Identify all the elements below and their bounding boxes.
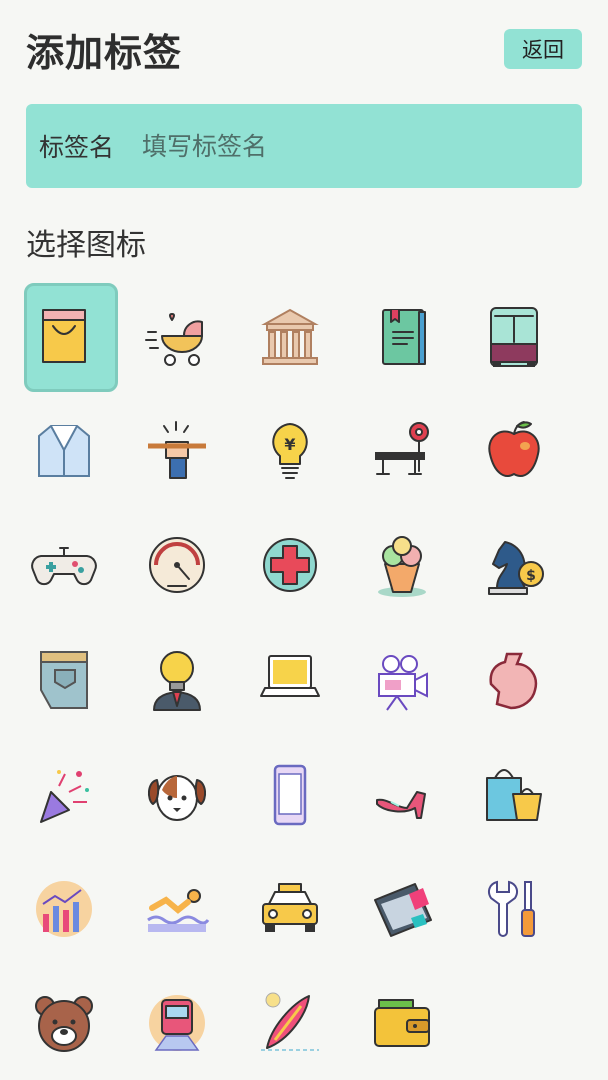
back-button[interactable]: 返回 <box>504 29 582 69</box>
baby-stroller-icon <box>144 313 203 366</box>
dog-icon <box>147 775 206 821</box>
bus-icon <box>489 307 538 367</box>
movie-camera-icon <box>377 655 428 711</box>
tag-name-field[interactable]: 标签名 <box>26 104 582 188</box>
icon-option[interactable] <box>16 854 111 964</box>
icon-option[interactable] <box>466 740 561 850</box>
icon-option[interactable] <box>354 968 449 1078</box>
shopping-bags-icon <box>485 769 542 821</box>
book-icon <box>381 309 426 365</box>
idea-man-icon <box>152 651 201 711</box>
icon-option[interactable] <box>16 626 111 736</box>
train-icon <box>148 995 205 1051</box>
icon-option[interactable] <box>466 854 561 964</box>
icon-option[interactable] <box>16 396 111 506</box>
icon-option[interactable] <box>16 282 118 392</box>
icon-option[interactable] <box>354 510 449 620</box>
swimming-icon <box>146 889 209 932</box>
high-heel-icon <box>375 791 426 819</box>
phone-icon <box>273 764 306 826</box>
gauge-icon <box>148 537 205 593</box>
icon-option[interactable] <box>129 626 224 736</box>
gamepad-icon <box>30 547 97 586</box>
tag-name-label: 标签名 <box>39 133 115 162</box>
tickets-icon <box>373 883 432 937</box>
icon-option[interactable] <box>466 626 561 736</box>
jeans-pocket-icon <box>39 651 88 709</box>
icon-option[interactable] <box>242 510 337 620</box>
icon-option[interactable] <box>466 396 561 506</box>
apple-icon <box>487 421 540 477</box>
icon-option[interactable] <box>354 854 449 964</box>
muscle-arm-icon <box>488 652 537 710</box>
icon-option[interactable] <box>242 282 337 392</box>
icon-option[interactable] <box>242 854 337 964</box>
icon-option[interactable] <box>354 396 449 506</box>
header: 添加标签 返回 <box>0 0 608 100</box>
icon-option[interactable] <box>16 740 111 850</box>
laptop-icon <box>259 655 320 697</box>
icon-option[interactable] <box>242 740 337 850</box>
party-popper-icon <box>39 770 89 823</box>
taxi-icon <box>261 883 318 932</box>
surfboard-icon <box>260 992 319 1051</box>
icon-option[interactable]: ¥ <box>242 396 337 506</box>
icon-option[interactable] <box>242 626 337 736</box>
ice-cream-icon <box>377 536 426 597</box>
svg-text:$: $ <box>526 568 536 584</box>
page-title: 添加标签 <box>26 31 183 75</box>
bear-icon <box>34 996 93 1052</box>
svg-text:¥: ¥ <box>284 435 295 454</box>
icon-option[interactable] <box>354 626 449 736</box>
icon-option[interactable] <box>129 854 224 964</box>
icon-option[interactable] <box>129 510 224 620</box>
icon-option[interactable] <box>16 510 111 620</box>
shopping-bag-icon <box>41 309 86 363</box>
icon-option[interactable]: $ <box>466 510 561 620</box>
icon-section-title: 选择图标 <box>26 228 146 263</box>
icon-option[interactable] <box>354 282 449 392</box>
icon-option[interactable] <box>242 968 337 1078</box>
hand-pencil-icon <box>147 421 206 479</box>
medical-cross-icon <box>262 538 317 592</box>
icon-option[interactable] <box>129 968 224 1078</box>
icon-option[interactable] <box>129 282 224 392</box>
icon-option[interactable] <box>354 740 449 850</box>
jacket-icon <box>37 425 90 477</box>
icon-option[interactable] <box>129 396 224 506</box>
icon-option[interactable] <box>16 968 111 1078</box>
wallet-icon <box>373 999 430 1047</box>
bench-press-icon <box>374 422 429 475</box>
chess-knight-dollar-icon: $ <box>487 541 544 595</box>
icon-option[interactable] <box>129 740 224 850</box>
tag-name-input[interactable] <box>140 125 525 167</box>
chart-icon <box>35 881 92 937</box>
wrench-screwdriver-icon <box>487 880 535 937</box>
yuan-lightbulb-icon: ¥ <box>271 423 308 479</box>
icon-option[interactable] <box>466 282 561 392</box>
bank-icon <box>260 308 319 365</box>
